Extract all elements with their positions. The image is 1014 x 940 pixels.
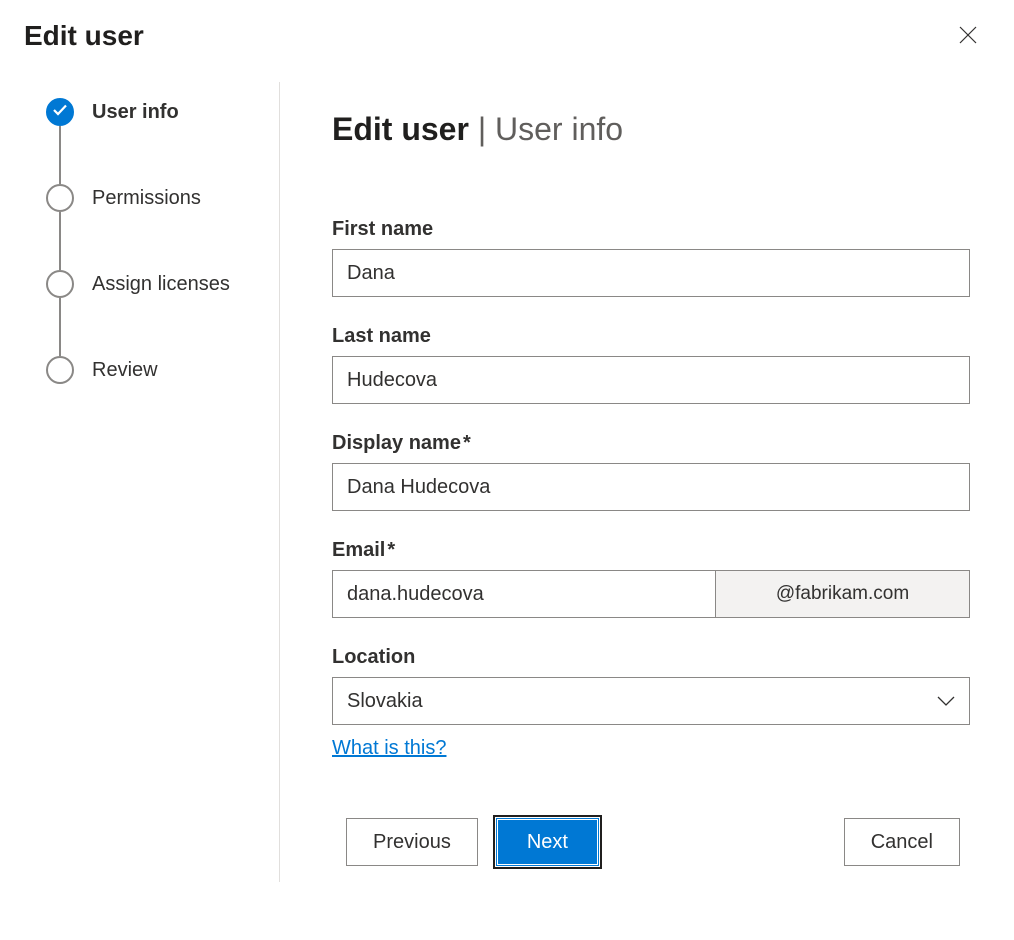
check-icon bbox=[53, 103, 68, 121]
step-review[interactable]: Review bbox=[46, 356, 279, 384]
field-location: Location Slovakia What is this? bbox=[332, 646, 970, 760]
last-name-input[interactable] bbox=[332, 356, 970, 404]
page-heading: Edit user | User info bbox=[332, 111, 970, 148]
step-connector bbox=[59, 298, 61, 356]
first-name-input[interactable] bbox=[332, 249, 970, 297]
first-name-label: First name bbox=[332, 218, 970, 241]
step-indicator-completed bbox=[46, 98, 74, 126]
edit-user-panel: Edit user User info Permissions bbox=[0, 0, 1014, 940]
step-indicator-empty bbox=[46, 270, 74, 298]
field-email: Email* @fabrikam.com bbox=[332, 539, 970, 618]
next-button[interactable]: Next bbox=[496, 818, 599, 866]
step-assign-licenses[interactable]: Assign licenses bbox=[46, 270, 279, 298]
form-area: Edit user | User info First name Last na… bbox=[280, 82, 980, 882]
email-label: Email* bbox=[332, 539, 970, 562]
close-icon bbox=[959, 26, 977, 47]
email-local-input[interactable] bbox=[332, 570, 716, 618]
location-select[interactable]: Slovakia bbox=[332, 677, 970, 725]
step-connector bbox=[59, 212, 61, 270]
step-label: Permissions bbox=[92, 187, 201, 210]
step-label: Assign licenses bbox=[92, 273, 230, 296]
display-name-label: Display name* bbox=[332, 432, 970, 455]
location-value: Slovakia bbox=[347, 690, 423, 713]
step-connector bbox=[59, 126, 61, 184]
close-button[interactable] bbox=[952, 20, 984, 52]
step-indicator-empty bbox=[46, 356, 74, 384]
wizard-button-row: Previous Next Cancel bbox=[332, 818, 970, 866]
step-permissions[interactable]: Permissions bbox=[46, 184, 279, 212]
panel-title: Edit user bbox=[24, 20, 144, 52]
email-domain-display: @fabrikam.com bbox=[716, 570, 970, 618]
location-label: Location bbox=[332, 646, 970, 669]
field-display-name: Display name* bbox=[332, 432, 970, 511]
heading-main: Edit user bbox=[332, 111, 469, 147]
step-indicator-empty bbox=[46, 184, 74, 212]
chevron-down-icon bbox=[937, 690, 955, 713]
heading-sub: User info bbox=[495, 111, 623, 147]
field-last-name: Last name bbox=[332, 325, 970, 404]
step-label: Review bbox=[92, 359, 158, 382]
location-help-link[interactable]: What is this? bbox=[332, 737, 446, 760]
heading-divider: | bbox=[478, 111, 495, 147]
step-label: User info bbox=[92, 101, 179, 124]
previous-button[interactable]: Previous bbox=[346, 818, 478, 866]
panel-header: Edit user bbox=[24, 20, 984, 52]
wizard-stepper: User info Permissions Assign licenses Re… bbox=[24, 82, 280, 882]
last-name-label: Last name bbox=[332, 325, 970, 348]
cancel-button[interactable]: Cancel bbox=[844, 818, 960, 866]
step-user-info[interactable]: User info bbox=[46, 98, 279, 126]
field-first-name: First name bbox=[332, 218, 970, 297]
display-name-input[interactable] bbox=[332, 463, 970, 511]
